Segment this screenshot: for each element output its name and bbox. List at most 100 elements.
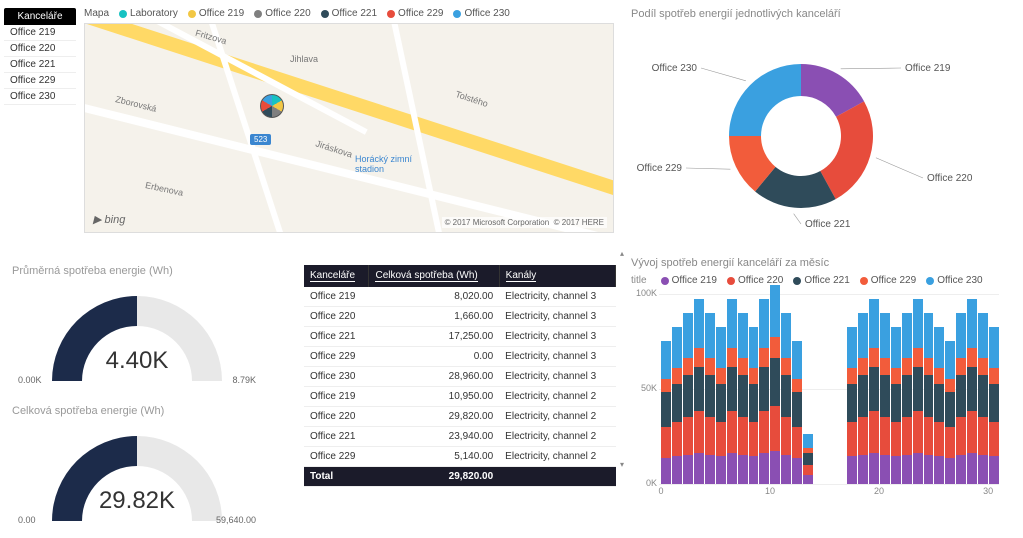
map-marker-pie[interactable] <box>260 94 284 118</box>
bar-segment <box>749 456 759 484</box>
road-label: Zborovská <box>114 94 157 114</box>
legend-item[interactable]: Office 221 <box>321 8 377 19</box>
table-row[interactable]: Office 2290.00Electricity, channel 3 <box>304 347 616 367</box>
bar-segment <box>924 455 934 484</box>
bar-column[interactable] <box>803 434 813 484</box>
bar-column[interactable] <box>661 341 671 484</box>
table-cell: Office 219 <box>304 387 369 407</box>
bar-segment <box>913 367 923 412</box>
th-consumption[interactable]: Celková spotřeba (Wh) <box>369 265 499 287</box>
bar-column[interactable] <box>694 299 704 484</box>
filter-item[interactable]: Office 229 <box>4 73 76 89</box>
bar-column[interactable] <box>683 313 693 484</box>
legend-item[interactable]: Office 221 <box>793 275 849 286</box>
th-office[interactable]: Kanceláře <box>304 265 369 287</box>
bar-segment <box>727 367 737 412</box>
bar-column[interactable] <box>924 313 934 484</box>
office-filter: Kanceláře Office 219Office 220Office 221… <box>0 0 80 245</box>
bar-column[interactable] <box>738 313 748 484</box>
gauge-avg[interactable]: 4.40K 0.00K 8.79K <box>12 283 262 383</box>
donut-label: Office 219 <box>905 63 951 74</box>
table-cell: Electricity, channel 3 <box>499 287 615 307</box>
filter-item[interactable]: Office 230 <box>4 89 76 105</box>
table-cell: Electricity, channel 2 <box>499 427 615 447</box>
filter-item[interactable]: Office 221 <box>4 57 76 73</box>
bar-column[interactable] <box>781 313 791 484</box>
bar-segment <box>902 358 912 375</box>
bar-segment <box>705 417 715 455</box>
bar-segment <box>869 453 879 484</box>
bar-column[interactable] <box>792 341 802 484</box>
legend-item[interactable]: Office 220 <box>727 275 783 286</box>
bar-segment <box>770 285 780 337</box>
bar-segment <box>934 327 944 368</box>
legend-item[interactable]: Office 230 <box>453 8 509 19</box>
filter-item[interactable]: Office 220 <box>4 41 76 57</box>
bar-column[interactable] <box>727 299 737 484</box>
donut-slice[interactable] <box>820 101 873 199</box>
bar-segment <box>945 341 955 379</box>
bar-column[interactable] <box>891 327 901 484</box>
table-cell: 17,250.00 <box>369 327 499 347</box>
bar-column[interactable] <box>858 313 868 484</box>
bar-column[interactable] <box>934 327 944 484</box>
bar-column[interactable] <box>869 299 879 484</box>
bar-segment <box>967 411 977 452</box>
th-channel[interactable]: Kanály <box>499 265 615 287</box>
table-row[interactable]: Office 21910,950.00Electricity, channel … <box>304 387 616 407</box>
map-canvas[interactable]: Fritzova Jihlava Zborovská Jiráskova Erb… <box>84 23 614 233</box>
bars-chart[interactable]: 0K50K100K 0102030 <box>631 294 1001 504</box>
bar-segment <box>716 368 726 384</box>
legend-item[interactable]: Office 220 <box>254 8 310 19</box>
bar-column[interactable] <box>956 313 966 484</box>
bars-title: Vývoj spotřeb energií kanceláří za měsíc <box>631 257 1004 269</box>
legend-item[interactable]: Office 229 <box>860 275 916 286</box>
legend-dot-icon <box>119 10 127 18</box>
gauge-total[interactable]: 29.82K 0.00 59,640.00 <box>12 423 262 523</box>
bar-column[interactable] <box>705 313 715 484</box>
bar-column[interactable] <box>759 299 769 484</box>
filter-item[interactable]: Office 219 <box>4 25 76 41</box>
legend-dot-icon <box>188 10 196 18</box>
x-tick: 0 <box>658 486 663 496</box>
bar-column[interactable] <box>945 341 955 484</box>
bar-segment <box>738 358 748 375</box>
bar-segment <box>661 458 671 484</box>
table-row[interactable]: Office 2198,020.00Electricity, channel 3 <box>304 287 616 307</box>
table-row[interactable]: Office 2201,660.00Electricity, channel 3 <box>304 307 616 327</box>
bar-column[interactable] <box>749 327 759 484</box>
bar-segment <box>727 411 737 452</box>
bar-column[interactable] <box>967 299 977 484</box>
legend-item[interactable]: Office 229 <box>387 8 443 19</box>
table-scrollbar[interactable] <box>620 249 630 469</box>
table-row[interactable]: Office 2295,140.00Electricity, channel 2 <box>304 447 616 467</box>
table-row[interactable]: Office 22123,940.00Electricity, channel … <box>304 427 616 447</box>
bar-segment <box>934 422 944 457</box>
table-scroll[interactable]: Kanceláře Celková spotřeba (Wh) Kanály O… <box>304 265 616 495</box>
bar-column[interactable] <box>880 313 890 484</box>
table-row[interactable]: Office 22117,250.00Electricity, channel … <box>304 327 616 347</box>
bar-column[interactable] <box>902 313 912 484</box>
donut-slice[interactable] <box>729 64 801 136</box>
bar-column[interactable] <box>913 299 923 484</box>
bar-column[interactable] <box>770 285 780 484</box>
legend-item[interactable]: Office 230 <box>926 275 982 286</box>
bar-segment <box>705 358 715 375</box>
bar-column[interactable] <box>978 313 988 484</box>
bar-column[interactable] <box>989 327 999 484</box>
bar-column[interactable] <box>847 327 857 484</box>
donut-label: Office 220 <box>927 173 973 184</box>
table-cell: 28,960.00 <box>369 367 499 387</box>
legend-item[interactable]: Office 219 <box>188 8 244 19</box>
table-row[interactable]: Office 22029,820.00Electricity, channel … <box>304 407 616 427</box>
bar-segment <box>934 384 944 422</box>
donut-chart[interactable]: Office 219Office 220Office 221Office 229… <box>631 26 1001 236</box>
bar-segment <box>759 453 769 484</box>
legend-item[interactable]: Laboratory <box>119 8 178 19</box>
legend-item[interactable]: Office 219 <box>661 275 717 286</box>
filter-header[interactable]: Kanceláře <box>4 8 76 25</box>
bar-column[interactable] <box>716 327 726 484</box>
table-row[interactable]: Office 23028,960.00Electricity, channel … <box>304 367 616 387</box>
bar-segment <box>880 358 890 375</box>
bar-column[interactable] <box>672 327 682 484</box>
